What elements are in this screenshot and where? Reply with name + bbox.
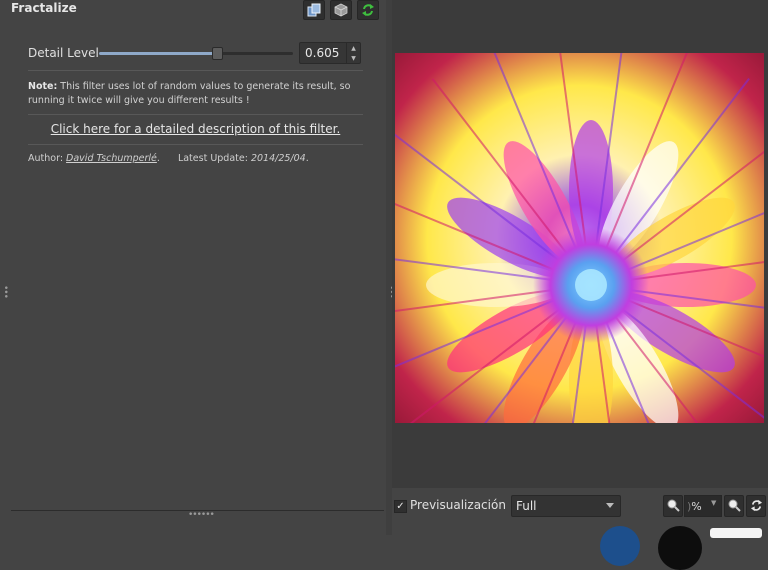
filter-panel: Fractalize Detail Level 0.605 ▲ ▼ Note: … (0, 0, 390, 535)
note-body: This filter uses lot of random values to… (28, 81, 351, 106)
thumbnail-preview[interactable] (600, 526, 640, 566)
copy-icon (307, 3, 321, 17)
zoom-level-field[interactable]: )% ▼ (684, 495, 722, 517)
copy-button[interactable] (303, 0, 325, 20)
preview-mode-select[interactable]: Full (511, 495, 621, 517)
slider-fill (99, 52, 217, 55)
detail-level-slider[interactable] (99, 47, 293, 60)
separator (28, 114, 363, 115)
bottom-resize-handle[interactable]: •••••• (188, 510, 215, 520)
author-name[interactable]: David Tschumperlé (66, 153, 157, 164)
separator (28, 70, 363, 71)
refresh-icon (361, 3, 375, 17)
zoom-dropdown-icon[interactable]: ▼ (711, 499, 716, 507)
refresh-icon (750, 497, 763, 516)
zoom-level-text: )% (687, 500, 702, 513)
author-label: Author: (28, 153, 67, 164)
detail-level-spinbox[interactable]: 0.605 ▲ ▼ (299, 42, 361, 64)
note-title: Note: (28, 81, 58, 92)
author-suffix: . (156, 153, 160, 164)
separator (28, 144, 363, 145)
note-text: Note: This filter uses lot of random val… (28, 80, 360, 108)
preview-checkbox[interactable]: ✓ (394, 500, 407, 513)
thumbnail-preview[interactable] (658, 526, 702, 570)
thumbnail-preview[interactable] (710, 528, 762, 538)
cube-icon (334, 3, 348, 17)
update-label: Latest Update: (177, 153, 251, 164)
spin-arrows[interactable]: ▲ ▼ (346, 43, 360, 63)
refresh-button[interactable] (357, 0, 379, 20)
filter-title: Fractalize (11, 1, 77, 15)
zoom-percent: % (691, 500, 702, 513)
zoom-reset-button[interactable] (746, 495, 766, 517)
preview-checkbox-label[interactable]: Previsualización (410, 498, 506, 512)
spin-down-icon[interactable]: ▼ (351, 55, 356, 62)
update-suffix: . (305, 153, 309, 164)
detail-level-row: Detail Level 0.605 ▲ ▼ (28, 42, 363, 64)
randomize-button[interactable] (330, 0, 352, 20)
zoom-in-icon (727, 497, 741, 516)
zoom-in-button[interactable] (724, 495, 744, 517)
detail-level-value[interactable]: 0.605 (305, 46, 339, 60)
detail-level-label: Detail Level (28, 46, 99, 60)
slider-handle[interactable] (212, 47, 224, 60)
preview-image[interactable] (395, 53, 764, 423)
chevron-down-icon (606, 503, 614, 508)
left-resize-handle[interactable]: ••• (0, 285, 10, 298)
author-line: Author: David Tschumperlé. Latest Update:… (28, 153, 309, 164)
zoom-out-button[interactable] (663, 495, 683, 517)
update-date: 2014/25/04 (250, 153, 306, 164)
description-link[interactable]: Click here for a detailed description of… (28, 122, 363, 136)
preview-mode-value: Full (516, 499, 537, 513)
spin-up-icon[interactable]: ▲ (351, 45, 356, 52)
zoom-out-icon (666, 497, 680, 516)
